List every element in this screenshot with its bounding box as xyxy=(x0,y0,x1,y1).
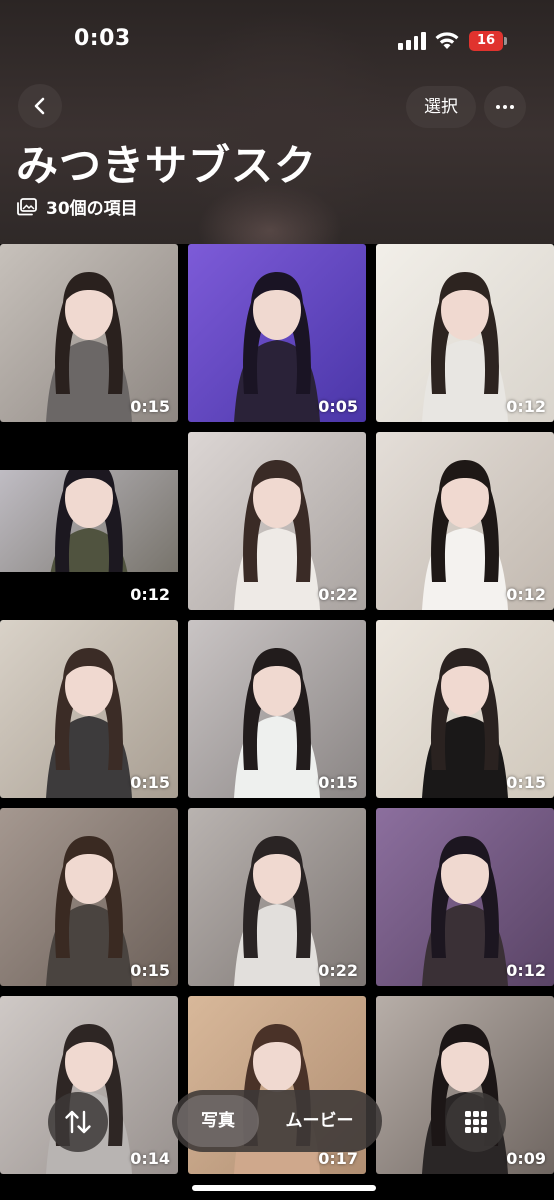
video-thumbnail[interactable]: 0:15 xyxy=(0,244,178,422)
video-thumbnail[interactable]: 0:12 xyxy=(376,808,554,986)
video-duration: 0:22 xyxy=(318,961,358,980)
media-grid: 0:15 0:05 0:12 0:12 0:22 0:12 0:15 0:15 0:15 0:15… xyxy=(0,244,554,1200)
media-type-segmented-control: 写真 ムービー xyxy=(172,1090,382,1152)
video-thumbnail[interactable]: 0:12 xyxy=(376,432,554,610)
video-thumbnail[interactable]: 0:15 xyxy=(0,808,178,986)
video-duration: 0:12 xyxy=(506,397,546,416)
video-duration: 0:15 xyxy=(130,397,170,416)
thumbnail-image xyxy=(376,620,554,798)
video-duration: 0:15 xyxy=(130,961,170,980)
video-duration: 0:14 xyxy=(130,1149,170,1168)
video-thumbnail[interactable]: 0:15 xyxy=(376,620,554,798)
thumbnail-image xyxy=(376,808,554,986)
battery-level: 16 xyxy=(476,33,496,48)
video-thumbnail[interactable]: 0:15 xyxy=(188,620,366,798)
wifi-icon xyxy=(435,32,459,49)
grid-layout-button[interactable] xyxy=(446,1092,506,1152)
thumbnail-image xyxy=(0,620,178,798)
video-duration: 0:12 xyxy=(506,585,546,604)
video-duration: 0:09 xyxy=(506,1149,546,1168)
video-duration: 0:15 xyxy=(130,773,170,792)
status-bar: 0:03 16 xyxy=(0,0,554,84)
album-title: みつきサブスク xyxy=(16,141,318,190)
ellipsis-icon xyxy=(496,105,500,109)
thumbnail-image xyxy=(188,620,366,798)
thumbnail-image xyxy=(0,808,178,986)
thumbnail-image xyxy=(0,244,178,422)
thumbnail-image xyxy=(188,432,366,610)
thumbnail-image xyxy=(188,808,366,986)
chevron-left-icon xyxy=(34,97,45,115)
home-indicator xyxy=(192,1185,376,1191)
grid-icon xyxy=(465,1111,487,1133)
thumbnail-image xyxy=(0,470,178,572)
photo-stack-icon xyxy=(17,197,37,215)
album-item-count: 30個の項目 xyxy=(46,199,138,219)
video-duration: 0:12 xyxy=(130,585,170,604)
more-button[interactable] xyxy=(484,86,526,128)
sort-button[interactable] xyxy=(48,1092,108,1152)
thumbnail-image xyxy=(376,432,554,610)
battery-icon: 16 xyxy=(469,31,507,51)
cellular-signal-icon xyxy=(398,32,426,50)
segment-movies[interactable]: ムービー xyxy=(262,1095,377,1147)
video-thumbnail[interactable]: 0:12 xyxy=(376,244,554,422)
video-thumbnail[interactable]: 0:15 xyxy=(0,620,178,798)
thumbnail-image xyxy=(188,244,366,422)
video-duration: 0:15 xyxy=(318,773,358,792)
back-button[interactable] xyxy=(18,84,62,128)
video-duration: 0:05 xyxy=(318,397,358,416)
status-time: 0:03 xyxy=(74,26,131,51)
thumbnail-image xyxy=(376,244,554,422)
video-duration: 0:15 xyxy=(506,773,546,792)
video-thumbnail[interactable]: 0:22 xyxy=(188,432,366,610)
sort-arrows-icon xyxy=(65,1110,91,1134)
video-duration: 0:12 xyxy=(506,961,546,980)
album-meta: 30個の項目 xyxy=(16,194,138,219)
video-thumbnail[interactable]: 0:12 xyxy=(0,432,178,610)
segment-photos[interactable]: 写真 xyxy=(177,1095,259,1147)
video-thumbnail[interactable]: 0:22 xyxy=(188,808,366,986)
select-button[interactable]: 選択 xyxy=(406,86,476,128)
video-duration: 0:22 xyxy=(318,585,358,604)
video-thumbnail[interactable]: 0:05 xyxy=(188,244,366,422)
